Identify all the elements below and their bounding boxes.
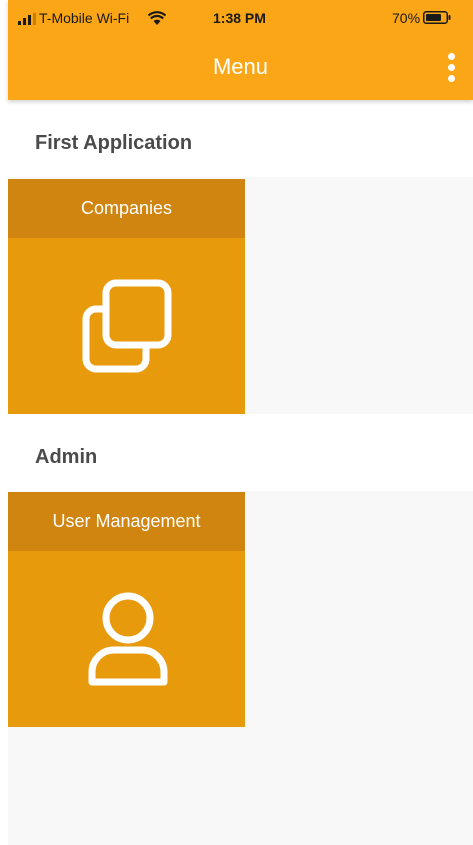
app-screen: T-Mobile Wi-Fi 1:38 PM 70% Menu First Ap… [8, 0, 473, 845]
section-title-first-application: First Application [35, 132, 193, 154]
tile-label: Companies [8, 179, 245, 238]
carrier-label: T-Mobile Wi-Fi [39, 10, 130, 26]
user-icon [88, 592, 168, 686]
status-bar: T-Mobile Wi-Fi 1:38 PM 70% [8, 0, 473, 36]
dot [447, 74, 455, 82]
more-vertical-icon[interactable] [440, 50, 462, 84]
companies-tile[interactable]: Companies [8, 179, 245, 414]
user-management-tile[interactable]: User Management [8, 492, 245, 727]
battery-icon [423, 11, 451, 24]
signal-icon [18, 13, 36, 25]
page-title: Menu [212, 54, 269, 79]
tile-label: User Management [8, 492, 245, 551]
battery-percent: 70% [392, 10, 421, 26]
status-time: 1:38 PM [213, 10, 266, 26]
section-title-admin: Admin [35, 446, 98, 468]
dot [447, 52, 455, 60]
wifi-icon [148, 11, 166, 25]
content-background [8, 728, 473, 845]
app-header: T-Mobile Wi-Fi 1:38 PM 70% Menu [8, 0, 473, 100]
dot [447, 63, 455, 71]
copy-icon [82, 279, 172, 373]
